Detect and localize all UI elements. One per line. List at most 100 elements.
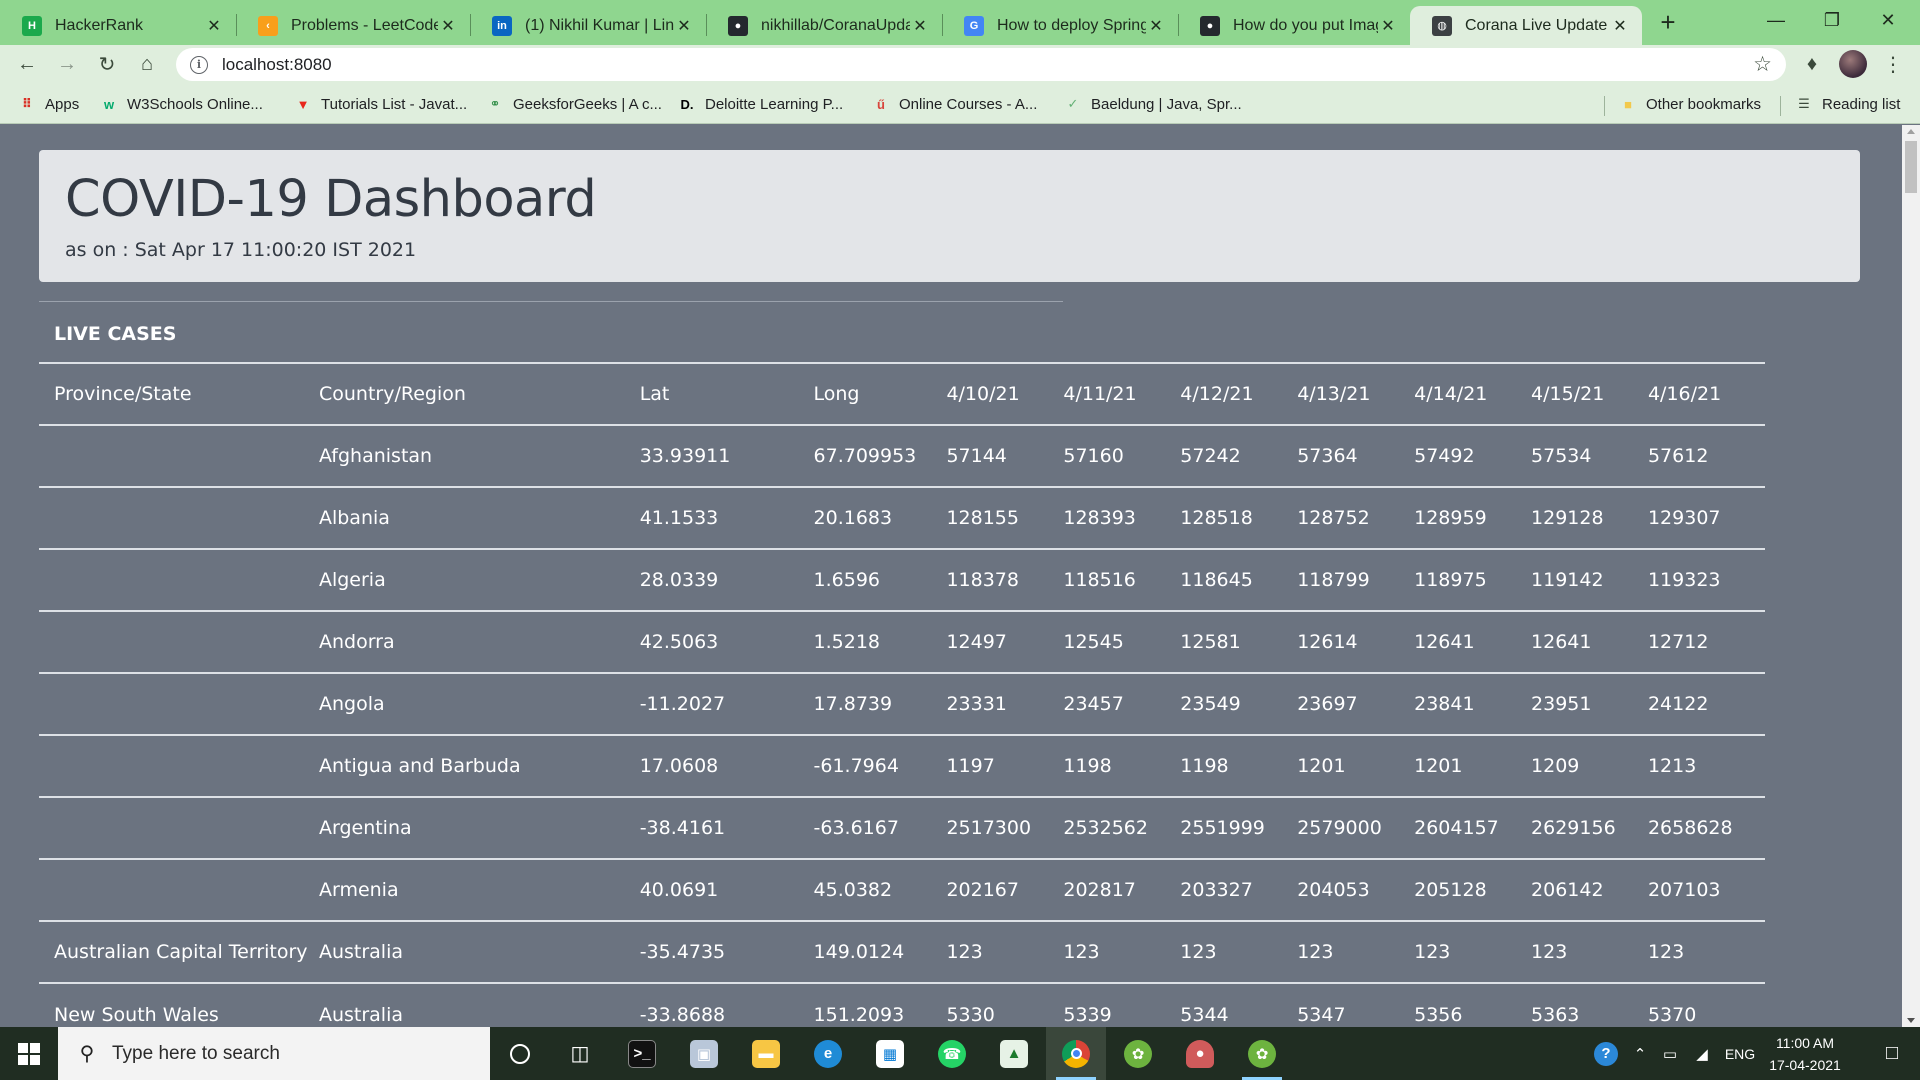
- bookmark-label: Online Courses - A...: [899, 95, 1038, 113]
- table-cell: 42.5063: [639, 610, 814, 673]
- task-view-icon: ◫: [570, 1043, 590, 1065]
- bookmark-item[interactable]: ű Online Courses - A...: [872, 92, 1037, 116]
- home-icon[interactable]: ⌂: [132, 49, 162, 79]
- battery-icon[interactable]: ▭: [1656, 1027, 1684, 1080]
- language-indicator[interactable]: ENG: [1720, 1027, 1760, 1080]
- table-cell: 23697: [1297, 672, 1415, 735]
- table-cell: 2551999: [1180, 796, 1298, 859]
- tab-close-icon[interactable]: ✕: [910, 16, 930, 36]
- table-cell: 128155: [946, 486, 1064, 549]
- bookmark-item[interactable]: w W3Schools Online...: [100, 92, 263, 116]
- profile-avatar[interactable]: [1838, 49, 1868, 79]
- table-cell: Antigua and Barbuda: [318, 734, 640, 797]
- tab-close-icon[interactable]: ✕: [1146, 16, 1166, 36]
- tab-close-icon[interactable]: ✕: [674, 16, 694, 36]
- back-arrow-icon[interactable]: ←: [12, 49, 42, 79]
- table-cell: Australia: [318, 920, 640, 983]
- table-cell: 128752: [1297, 486, 1415, 549]
- tab-close-icon[interactable]: ✕: [438, 16, 458, 36]
- bookmark-item[interactable]: ✓ Baeldung | Java, Spr...: [1064, 92, 1242, 116]
- tab-1[interactable]: H HackerRank ✕: [0, 6, 236, 45]
- address-bar[interactable]: i localhost:8080 ☆: [176, 48, 1786, 81]
- table-cell: [39, 858, 319, 921]
- table-cell: 67.709953: [813, 424, 947, 487]
- show-hidden-icons-chevron-icon[interactable]: ⌃: [1628, 1027, 1652, 1080]
- taskbar-terminal[interactable]: >_: [612, 1027, 672, 1080]
- tab-close-icon[interactable]: ✕: [204, 16, 224, 36]
- scrollbar-thumb[interactable]: [1905, 141, 1917, 193]
- table-cell: 123: [946, 920, 1064, 983]
- table-cell: [39, 548, 319, 611]
- tab-7[interactable]: ◍ Corana Live Update ✕: [1410, 6, 1642, 45]
- table-cell: [39, 672, 319, 735]
- table-cell: 119323: [1647, 548, 1765, 611]
- tab-5[interactable]: G How to deploy Spring ✕: [942, 6, 1178, 45]
- taskbar-chrome[interactable]: [1046, 1027, 1106, 1080]
- table-cell: 12581: [1180, 610, 1298, 673]
- tab-close-icon[interactable]: ✕: [1378, 16, 1398, 36]
- taskbar-store[interactable]: ▦: [860, 1027, 920, 1080]
- site-info-icon[interactable]: i: [190, 55, 208, 74]
- network-computer-icon: ▣: [690, 1039, 718, 1068]
- reload-icon[interactable]: ↻: [92, 49, 122, 79]
- help-icon[interactable]: ?: [1588, 1027, 1624, 1080]
- table-cell: 41.1533: [639, 486, 814, 549]
- bookmark-item[interactable]: ⚭ GeeksforGeeks | A c...: [486, 92, 662, 116]
- table-cell: 207103: [1647, 858, 1765, 921]
- search-icon: ⚲: [79, 1043, 95, 1065]
- cortana-button[interactable]: [490, 1027, 550, 1080]
- globe-icon: ◍: [1432, 15, 1452, 36]
- tab-6[interactable]: ● How do you put Image ✕: [1178, 6, 1410, 45]
- taskbar-whatsapp[interactable]: ☎: [922, 1027, 982, 1080]
- extensions-puzzle-icon[interactable]: ♦: [1797, 49, 1827, 79]
- bookmark-star-icon[interactable]: ☆: [1753, 52, 1772, 77]
- start-button[interactable]: [0, 1027, 58, 1080]
- table-cell: 24122: [1647, 672, 1765, 735]
- page-scrollbar[interactable]: [1902, 125, 1920, 1027]
- other-bookmarks-folder[interactable]: ■ Other bookmarks: [1619, 92, 1761, 116]
- tab-3[interactable]: in (1) Nikhil Kumar | Linke✕: [470, 6, 706, 45]
- address-url[interactable]: localhost:8080: [222, 55, 332, 75]
- bookmark-item[interactable]: D. Deloitte Learning P...: [678, 92, 844, 116]
- table-cell: 123: [1647, 920, 1765, 983]
- restore-window-button[interactable]: ❐: [1804, 0, 1860, 40]
- taskbar-edge[interactable]: e: [798, 1027, 858, 1080]
- bookmark-item[interactable]: ▼ Tutorials List - Javat...: [294, 92, 468, 116]
- scroll-up-arrow-icon[interactable]: [1907, 129, 1915, 134]
- table-row: Antigua and Barbuda 17.0608 -61.7964 1197 11…: [39, 734, 1765, 797]
- taskbar-file-explorer[interactable]: ▬: [736, 1027, 796, 1080]
- windows-logo-icon: [18, 1042, 40, 1065]
- tab-close-icon[interactable]: ✕: [1610, 16, 1630, 36]
- tab-title: nikhillab/CoranaUpdat: [761, 16, 910, 34]
- taskbar-app-network[interactable]: ▣: [674, 1027, 734, 1080]
- tab-2[interactable]: ‹ Problems - LeetCode ✕: [236, 6, 470, 45]
- wifi-icon[interactable]: ◢: [1688, 1027, 1716, 1080]
- bookmark-item[interactable]: ⠿ Apps: [18, 92, 79, 116]
- task-view-button[interactable]: ◫: [550, 1027, 610, 1080]
- leetcode-icon: ‹: [258, 15, 278, 36]
- notification-center-icon[interactable]: □: [1864, 1027, 1920, 1080]
- new-tab-button[interactable]: +: [1654, 7, 1682, 37]
- table-cell: 23841: [1414, 672, 1532, 735]
- table-cell: 2658628: [1647, 796, 1765, 859]
- forward-arrow-icon[interactable]: →: [52, 49, 82, 79]
- close-window-button[interactable]: ✕: [1860, 0, 1916, 40]
- system-clock[interactable]: 11:00 AM 17-04-2021: [1760, 1032, 1850, 1076]
- github-icon: ●: [1200, 15, 1220, 36]
- browser-menu-icon[interactable]: ⋮: [1878, 49, 1908, 79]
- tab-4[interactable]: ● nikhillab/CoranaUpdat ✕: [706, 6, 942, 45]
- scroll-down-arrow-icon[interactable]: [1907, 1018, 1915, 1023]
- table-cell: 57492: [1414, 424, 1532, 487]
- taskbar-app-mushroom[interactable]: ●: [1170, 1027, 1230, 1080]
- table-cell: Armenia: [318, 858, 640, 921]
- table-cell: -11.2027: [639, 672, 814, 735]
- table-cell: 17.0608: [639, 734, 814, 797]
- table-cell: 5356: [1414, 982, 1532, 1027]
- taskbar-spring-tool-suite-2[interactable]: ✿: [1232, 1027, 1292, 1080]
- taskbar-search-box[interactable]: ⚲ Type here to search: [58, 1027, 490, 1080]
- reading-list-button[interactable]: ☰ Reading list: [1795, 92, 1900, 116]
- taskbar-app-chart[interactable]: ▲: [984, 1027, 1044, 1080]
- tab-title: Corana Live Update: [1465, 16, 1608, 34]
- minimize-window-button[interactable]: —: [1748, 0, 1804, 40]
- taskbar-spring-tool-suite[interactable]: ✿: [1108, 1027, 1168, 1080]
